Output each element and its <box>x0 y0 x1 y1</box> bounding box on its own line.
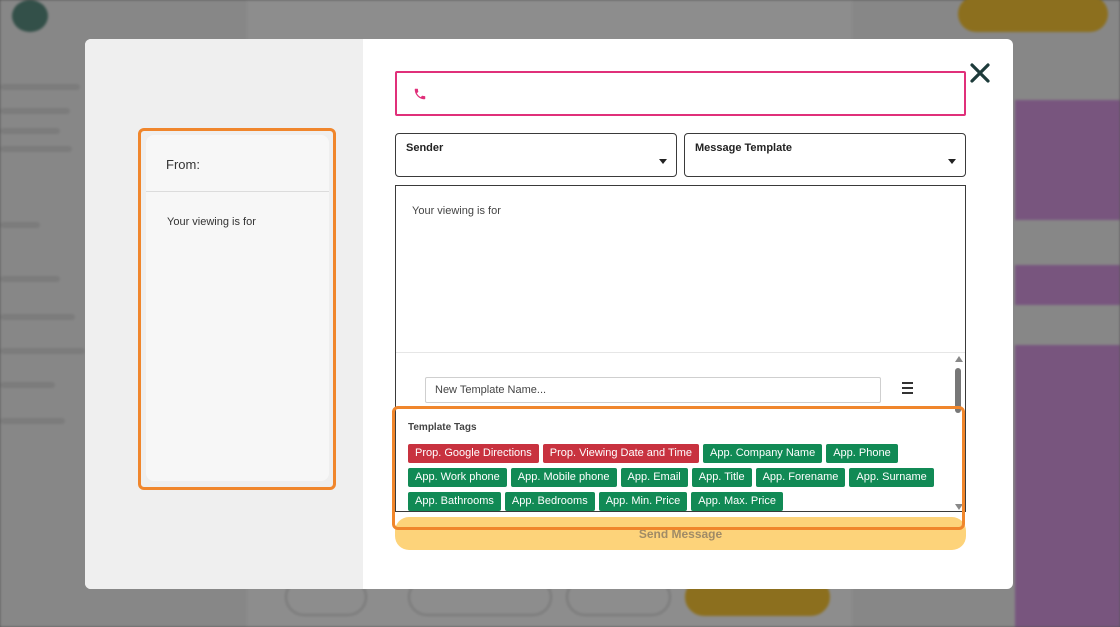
send-message-button[interactable]: Send Message <box>395 517 966 550</box>
message-template-select[interactable]: Message Template <box>684 133 966 177</box>
phone-icon <box>414 88 426 100</box>
scroll-up-arrow[interactable] <box>955 356 963 362</box>
template-tag[interactable]: App. Mobile phone <box>510 468 617 487</box>
message-editor: Your viewing is for Template Tags Prop. … <box>395 185 966 512</box>
template-tag[interactable]: App. Bathrooms <box>408 492 501 511</box>
template-tag[interactable]: App. Forename <box>755 468 846 487</box>
template-tag[interactable]: App. Email <box>620 468 688 487</box>
template-tag[interactable]: App. Work phone <box>408 468 507 487</box>
send-message-modal: From: Your viewing is for Sender Message… <box>85 39 1013 589</box>
template-tags-title: Template Tags <box>408 422 477 433</box>
template-tag[interactable]: App. Phone <box>826 444 898 463</box>
template-tags-list: Prop. Google Directions Prop. Viewing Da… <box>408 444 953 511</box>
scroll-thumb[interactable] <box>955 368 961 413</box>
close-icon <box>970 63 990 83</box>
tags-scrollbar[interactable] <box>953 354 964 511</box>
template-tag[interactable]: App. Surname <box>849 468 934 487</box>
template-tag[interactable]: App. Max. Price <box>691 492 783 511</box>
template-tag[interactable]: Prop. Google Directions <box>408 444 539 463</box>
message-textarea[interactable]: Your viewing is for <box>412 205 501 217</box>
template-tag[interactable]: Prop. Viewing Date and Time <box>542 444 700 463</box>
preview-panel: From: Your viewing is for <box>85 39 363 589</box>
template-tag[interactable]: App. Min. Price <box>598 492 688 511</box>
editor-divider <box>396 352 965 353</box>
template-tag[interactable]: App. Company Name <box>703 444 823 463</box>
message-template-select-label: Message Template <box>695 142 793 154</box>
phone-number-field[interactable] <box>395 71 966 116</box>
message-preview-card: From: Your viewing is for <box>146 135 329 481</box>
phone-number-input[interactable] <box>441 81 941 107</box>
preview-body-text: Your viewing is for <box>167 216 256 228</box>
sender-select[interactable]: Sender <box>395 133 677 177</box>
template-tag[interactable]: App. Bedrooms <box>504 492 595 511</box>
template-name-input[interactable] <box>425 377 881 403</box>
caret-down-icon <box>659 159 667 164</box>
preview-from-label: From: <box>166 157 200 172</box>
caret-down-icon <box>948 159 956 164</box>
close-button[interactable] <box>967 60 993 86</box>
hamburger-menu-icon[interactable] <box>900 379 918 399</box>
preview-divider <box>146 191 329 192</box>
sender-select-label: Sender <box>406 142 444 154</box>
scroll-down-arrow[interactable] <box>955 504 963 510</box>
template-tag[interactable]: App. Title <box>691 468 752 487</box>
